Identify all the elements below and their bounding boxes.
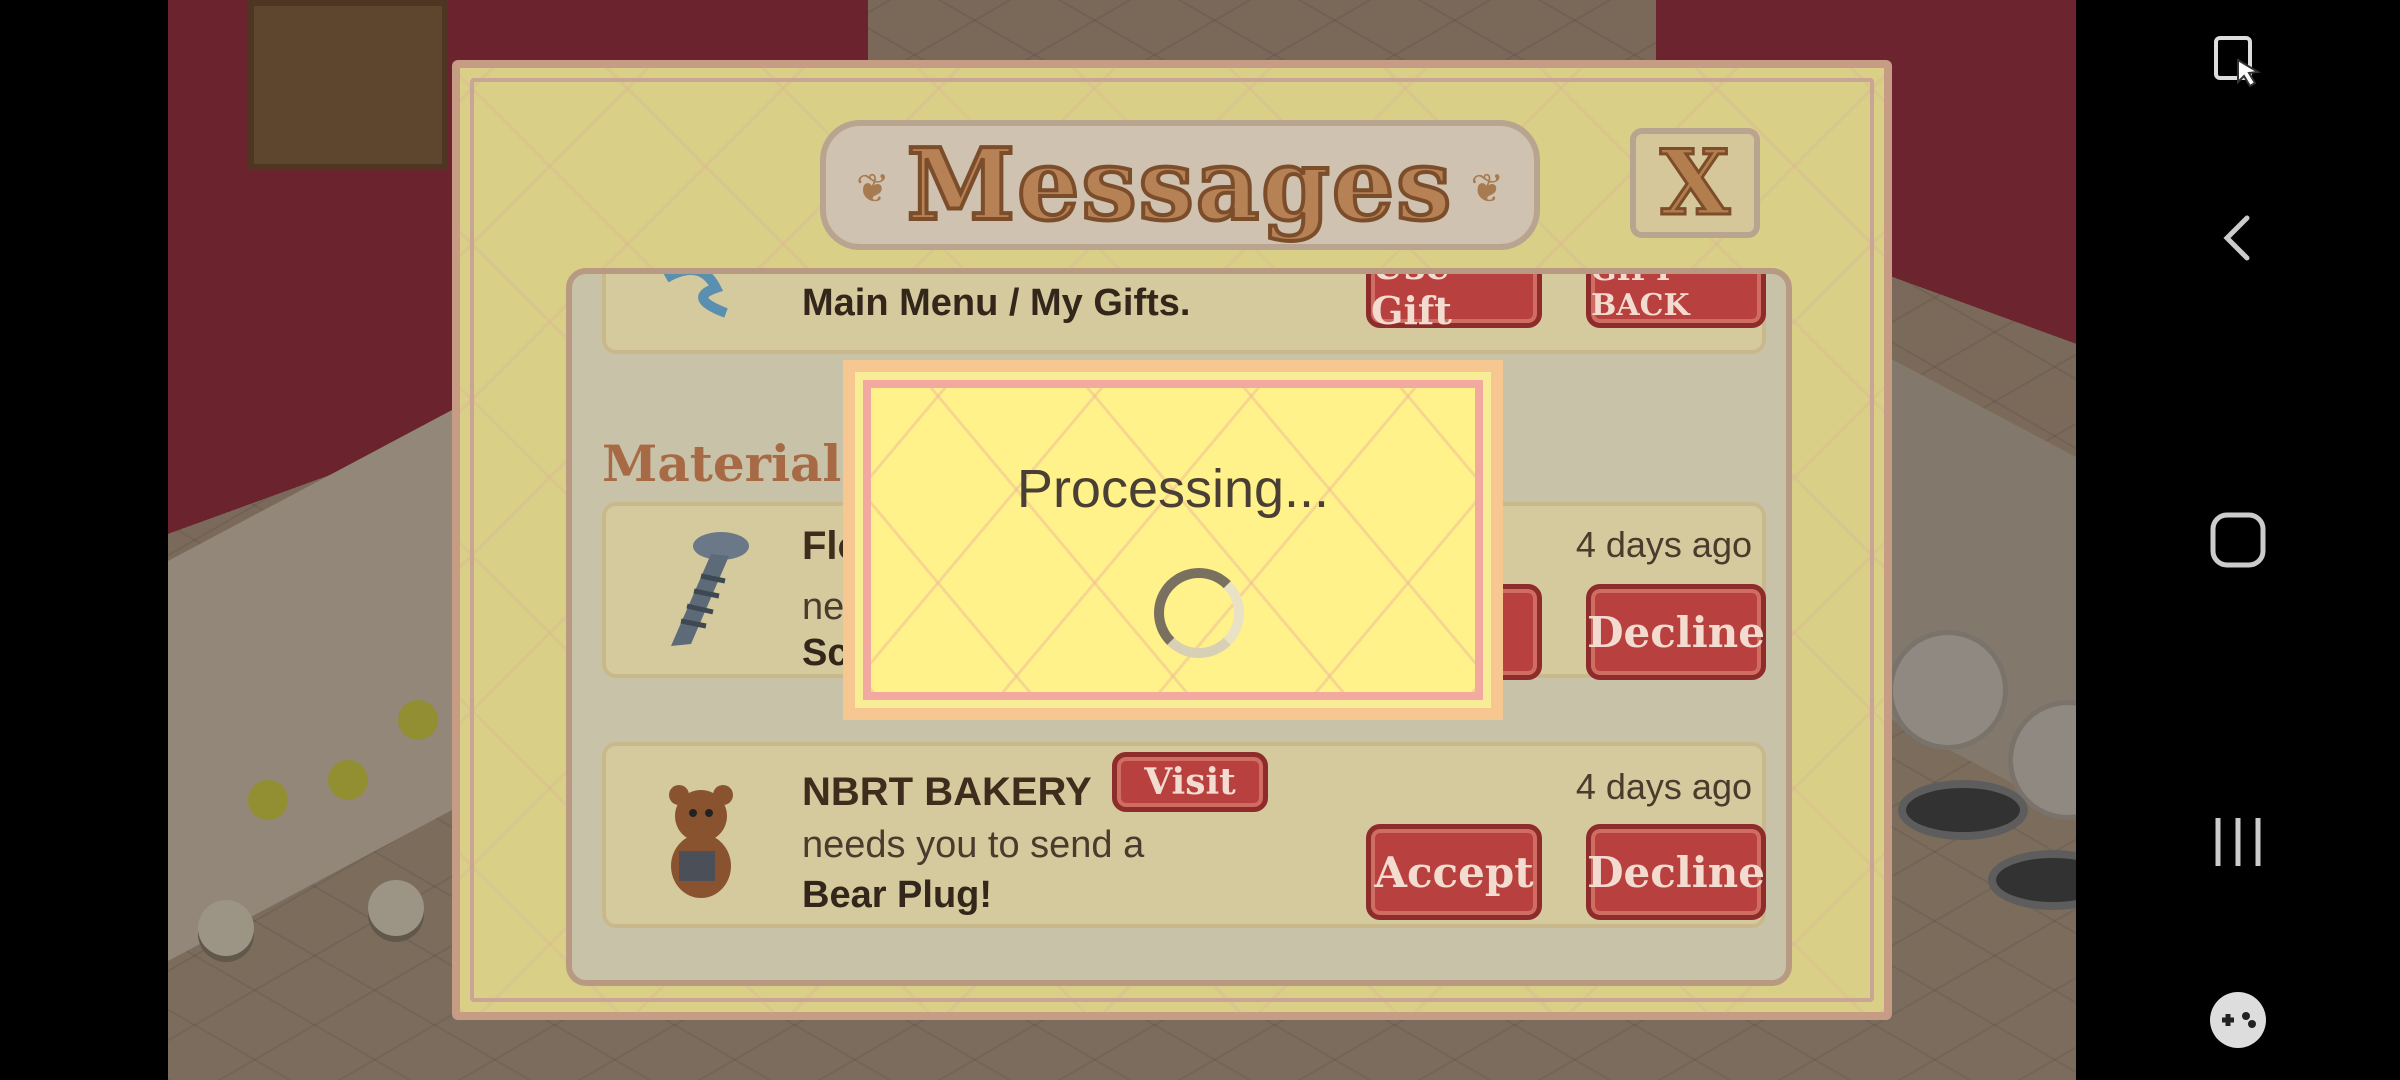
screw-icon	[646, 532, 756, 646]
processing-modal: Processing...	[843, 360, 1503, 720]
close-label: X	[1659, 129, 1732, 238]
home-icon	[2210, 512, 2266, 568]
game-tools-icon	[2210, 992, 2266, 1048]
message-time: 4 days ago	[1575, 524, 1752, 565]
sender-name: NBRT BAKERY	[802, 770, 1092, 814]
message-text: it is now in	[802, 274, 979, 277]
accessibility-icon	[2214, 36, 2262, 88]
accept-button[interactable]: Accept	[1366, 824, 1542, 920]
visit-button[interactable]: Visit	[1112, 752, 1268, 812]
use-gift-button[interactable]: Use Gift	[1366, 274, 1542, 333]
game-tools-button[interactable]	[2076, 960, 2400, 1080]
processing-panel: Processing...	[863, 380, 1483, 700]
recents-icon	[2215, 818, 2261, 866]
decline-button[interactable]: Decline	[1586, 584, 1766, 680]
message-item-text: Bear Plug!	[802, 874, 993, 916]
flourish-icon: ❦	[1470, 167, 1504, 211]
list-item: it is now in Main Menu / My Gifts. Use G…	[602, 274, 1766, 354]
back-button[interactable]	[2076, 178, 2400, 298]
home-button[interactable]	[2076, 480, 2400, 600]
message-item-text: Sc	[802, 632, 849, 674]
gift-back-button[interactable]: GIFT BACK	[1586, 274, 1766, 328]
system-nav-bar	[2076, 0, 2400, 1080]
close-button[interactable]: X	[1630, 128, 1760, 238]
message-item-text: Main Menu / My Gifts.	[802, 282, 1191, 324]
message-text: needs you to send a	[802, 824, 1145, 866]
decline-button[interactable]: Decline	[1586, 824, 1766, 920]
message-time: 4 days ago	[1575, 766, 1752, 807]
back-icon	[2223, 215, 2250, 261]
list-item: NBRT BAKERY Visit needs you to send a Be…	[602, 742, 1766, 928]
flourish-icon: ❦	[856, 167, 890, 211]
messages-title-banner: ❦ Messages ❦	[820, 120, 1540, 250]
left-letterbox	[0, 0, 168, 1080]
loading-spinner-icon	[1154, 568, 1244, 658]
gift-ribbon-icon	[646, 274, 756, 348]
processing-text: Processing...	[1016, 459, 1330, 519]
dialog-title: Messages	[905, 126, 1454, 245]
accessibility-button[interactable]	[2076, 0, 2400, 120]
teddy-bear-icon	[646, 785, 756, 898]
recents-button[interactable]	[2076, 782, 2400, 902]
